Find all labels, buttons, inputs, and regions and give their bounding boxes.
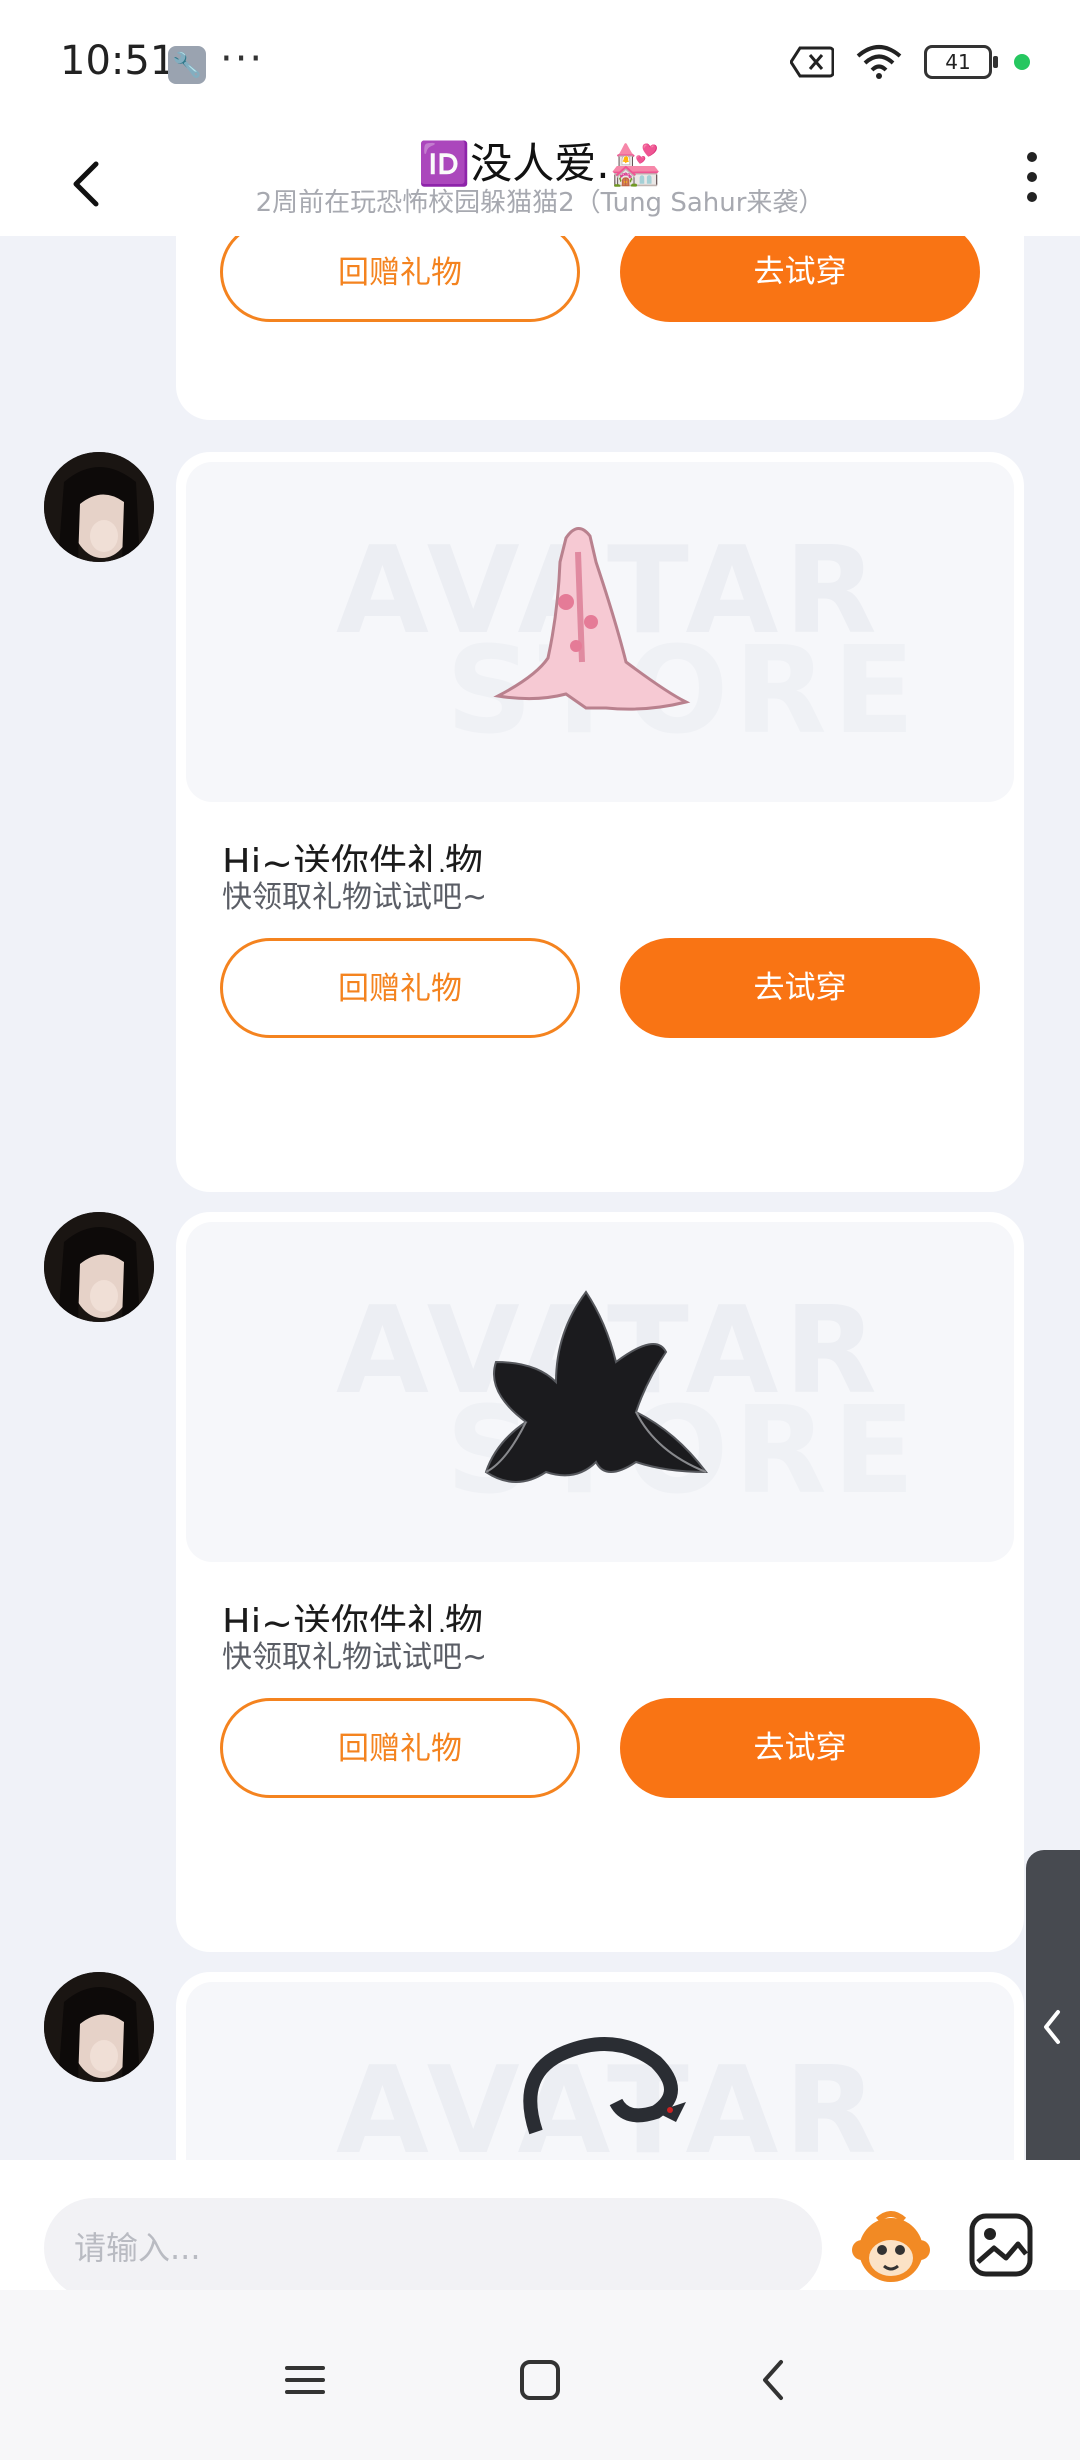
gift-preview[interactable]: AVATAR STORE — [186, 1222, 1014, 1562]
gift-card: 回赠礼物 去试穿 — [176, 236, 1024, 420]
black-lily-image — [484, 1290, 709, 1483]
avatar[interactable] — [44, 452, 154, 562]
menu-icon — [285, 2366, 325, 2394]
gift-preview[interactable]: AVATAR STORE — [186, 462, 1014, 802]
return-gift-button[interactable]: 回赠礼物 — [220, 938, 580, 1038]
image-icon — [969, 2213, 1033, 2277]
gift-card: AVATAR — [176, 1972, 1024, 2160]
status-bar: 10:51 🔧 ··· 41 — [0, 0, 1080, 130]
dark-dragon-image — [523, 2037, 686, 2135]
chevron-left-icon — [1044, 2010, 1060, 2044]
back-triangle-icon — [763, 2360, 783, 2400]
message-feed[interactable]: 回赠礼物 去试穿 AVATAR STORE Hi~送你件礼物 快领取礼物试试吧~… — [0, 236, 1080, 2160]
gift-card-body: 快领取礼物试试吧~ 回赠礼物 去试穿 — [176, 1632, 1024, 1952]
wifi-icon — [856, 45, 902, 79]
message-input[interactable] — [44, 2198, 822, 2298]
more-dots-icon: ··· — [220, 36, 265, 82]
notification-off-icon — [790, 46, 834, 78]
more-options-button[interactable] — [1012, 142, 1052, 222]
dot-icon — [1027, 152, 1037, 162]
chat-header: 🆔没人爱.💒 2周前在玩恐怖校园躲猫猫2（Tung Sahur来袭） — [0, 130, 1080, 236]
try-on-button[interactable]: 去试穿 — [620, 938, 980, 1038]
status-time: 10:51 — [60, 38, 176, 84]
try-on-button[interactable]: 去试穿 — [620, 236, 980, 322]
sticker-button[interactable] — [850, 2206, 932, 2288]
home-nav-button[interactable] — [510, 2350, 570, 2410]
image-button[interactable] — [966, 2210, 1036, 2280]
gift-preview[interactable]: AVATAR — [186, 1982, 1014, 2160]
battery-icon: 41 — [924, 45, 998, 79]
wrench-icon: 🔧 — [168, 46, 206, 84]
monkey-emoji-icon — [852, 2211, 930, 2282]
gift-subtitle: 快领取礼物试试吧~ — [222, 1640, 488, 1675]
back-nav-button[interactable] — [745, 2350, 805, 2410]
home-square-icon — [520, 2360, 560, 2400]
menu-nav-button[interactable] — [275, 2350, 335, 2410]
dot-icon — [1027, 192, 1037, 202]
gift-card-body: 快领取礼物试试吧~ 回赠礼物 去试穿 — [176, 872, 1024, 1192]
return-gift-button[interactable]: 回赠礼物 — [220, 236, 580, 322]
avatar[interactable] — [44, 1212, 154, 1322]
side-drawer-tab[interactable] — [1026, 1850, 1080, 2204]
system-nav-bar — [0, 2290, 1080, 2460]
gift-card: AVATAR STORE Hi~送你件礼物 — [176, 1212, 1024, 1672]
green-dot-indicator — [1014, 54, 1030, 70]
input-bar — [0, 2160, 1080, 2298]
page-subtitle: 2周前在玩恐怖校园躲猫猫2（Tung Sahur来袭） — [255, 188, 825, 218]
dot-icon — [1027, 172, 1037, 182]
try-on-button[interactable]: 去试穿 — [620, 1698, 980, 1798]
gift-card: AVATAR STORE Hi~送你件礼物 — [176, 452, 1024, 912]
pink-gown-image — [493, 527, 691, 711]
return-gift-button[interactable]: 回赠礼物 — [220, 1698, 580, 1798]
avatar[interactable] — [44, 1972, 154, 2082]
gift-subtitle: 快领取礼物试试吧~ — [222, 880, 488, 915]
